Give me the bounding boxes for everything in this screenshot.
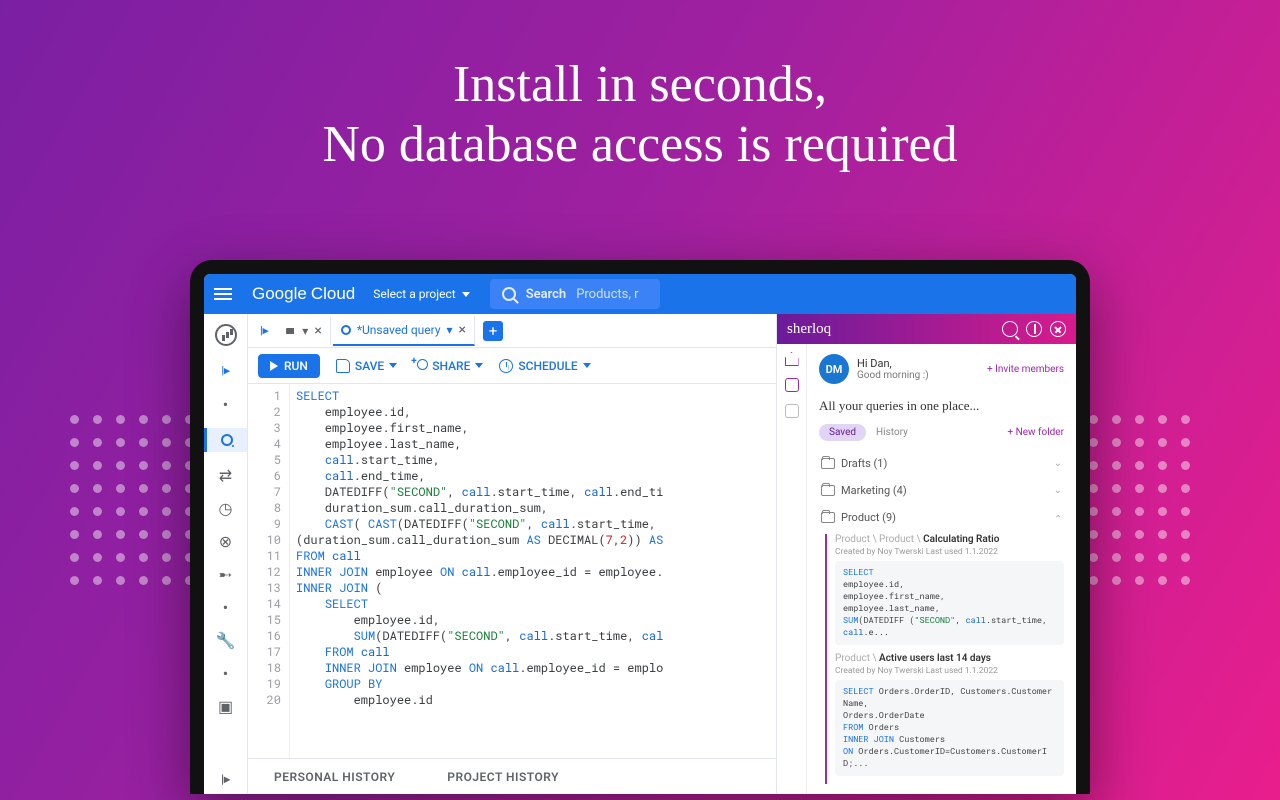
home-icon[interactable] (785, 352, 799, 366)
chevron-down-icon (462, 292, 470, 297)
rail-item-bi[interactable]: ➸ (219, 565, 232, 584)
run-button[interactable]: RUN (258, 354, 320, 378)
editor-toolbar: RUN SAVE SHARE (248, 348, 776, 384)
rail-item-docs[interactable]: ▣ (218, 697, 233, 716)
bigquery-icon[interactable] (215, 324, 237, 346)
folder-icon (821, 485, 835, 496)
search-icon[interactable] (1002, 321, 1018, 337)
gcp-logo: Google Cloud (252, 284, 355, 304)
gcp-left-rail: |▸ • ⇄ ◷ ⊗ ➸ • 🔧 • ▣ |▸ (204, 314, 248, 794)
sherloq-logo: sherloq (787, 321, 831, 338)
tab-project-history[interactable]: PROJECT HISTORY (421, 770, 585, 784)
clock-icon (499, 359, 513, 373)
query-icon (341, 325, 351, 335)
user-greeting: DM Hi Dan, Good morning :) + Invite memb… (819, 354, 1064, 384)
chevron-down-icon (389, 363, 397, 368)
search-input[interactable]: Search Products, r (490, 279, 660, 309)
chevron-down-icon: ⌄ (1054, 512, 1062, 523)
chevron-down-icon (583, 363, 591, 368)
rail-item-explorer[interactable] (204, 428, 247, 452)
folder-item[interactable]: Product (9)⌄ (819, 505, 1064, 530)
add-tab-button[interactable]: + (483, 321, 503, 341)
code-content[interactable]: SELECT employee.id, employee.first_name,… (290, 384, 776, 758)
share-button[interactable]: SHARE (413, 359, 483, 373)
expand-rail-icon[interactable]: |▸ (221, 772, 230, 786)
tab-home[interactable]: ▾ × (276, 317, 331, 345)
save-button[interactable]: SAVE (336, 359, 397, 373)
query-card[interactable]: Product \ Active users last 14 daysCreat… (835, 653, 1064, 776)
menu-icon[interactable] (214, 288, 242, 300)
collapse-icon[interactable]: |▸ (215, 360, 235, 381)
close-icon[interactable]: × (314, 323, 321, 339)
rail-item-settings[interactable]: 🔧 (216, 631, 236, 650)
tagline: All your queries in one place... (819, 398, 1064, 414)
search-icon (502, 287, 516, 301)
rail-more-icon[interactable]: • (223, 664, 228, 683)
filter-pills: Saved History + New folder (819, 424, 1064, 441)
schedule-button[interactable]: SCHEDULE (499, 359, 590, 373)
close-icon[interactable] (1050, 321, 1066, 337)
gcp-header: Google Cloud Select a project Search Pro… (204, 274, 1076, 314)
folder-item[interactable]: Drafts (1)⌄ (819, 451, 1064, 476)
tab-personal-history[interactable]: PERSONAL HISTORY (248, 770, 421, 784)
folder-icon (821, 458, 835, 469)
panel-toggle-icon[interactable]: |▸ (254, 320, 274, 341)
rail-more-icon[interactable]: • (223, 598, 228, 617)
results-tabs: PERSONAL HISTORY PROJECT HISTORY (248, 758, 776, 794)
folder-icon (821, 512, 835, 523)
share-icon (413, 359, 427, 373)
line-gutter: 1234567891011121314151617181920 (248, 384, 290, 758)
sherloq-rail (777, 344, 807, 794)
pill-saved[interactable]: Saved (819, 424, 866, 441)
rail-more-icon[interactable]: • (223, 395, 228, 414)
new-folder-link[interactable]: + New folder (1007, 427, 1064, 438)
chevron-down-icon: ⌄ (1054, 485, 1062, 496)
sherloq-panel: sherloq DM (776, 314, 1076, 794)
folder-item[interactable]: Marketing (4)⌄ (819, 478, 1064, 503)
home-icon (284, 325, 296, 337)
folder-list: Drafts (1)⌄Marketing (4)⌄Product (9)⌄ (819, 451, 1064, 530)
invite-members-link[interactable]: + Invite members (987, 364, 1064, 375)
chevron-down-icon: ▾ (447, 323, 453, 337)
pill-history[interactable]: History (876, 427, 908, 438)
query-card[interactable]: Product \ Product \ Calculating RatioCre… (835, 534, 1064, 645)
query-cards: Product \ Product \ Calculating RatioCre… (825, 534, 1064, 784)
chevron-down-icon: ⌄ (1054, 458, 1062, 469)
chevron-down-icon (475, 363, 483, 368)
tab-unsaved-query[interactable]: *Unsaved query ▾ × (333, 316, 475, 346)
save-icon (336, 359, 350, 373)
tab-strip: |▸ ▾ × *Unsaved query ▾ × + (248, 314, 776, 348)
rail-item-transfers[interactable]: ⇄ (219, 466, 232, 485)
marketing-headline: Install in seconds, No database access i… (0, 0, 1280, 175)
close-icon[interactable]: × (459, 322, 466, 338)
sherloq-header: sherloq (777, 314, 1076, 344)
avatar: DM (819, 354, 849, 384)
laptop-mockup: Google Cloud Select a project Search Pro… (190, 260, 1090, 794)
play-icon (270, 361, 278, 371)
project-selector[interactable]: Select a project (373, 287, 469, 301)
code-editor[interactable]: 1234567891011121314151617181920 SELECT e… (248, 384, 776, 758)
settings-icon[interactable] (785, 404, 799, 418)
editor-area: |▸ ▾ × *Unsaved query ▾ × + (248, 314, 776, 794)
chevron-down-icon: ▾ (302, 324, 308, 338)
rail-item-scheduled[interactable]: ◷ (219, 499, 233, 518)
queries-icon[interactable] (785, 378, 799, 392)
rail-item-reservations[interactable]: ⊗ (219, 532, 232, 551)
layout-icon[interactable] (1026, 321, 1042, 337)
